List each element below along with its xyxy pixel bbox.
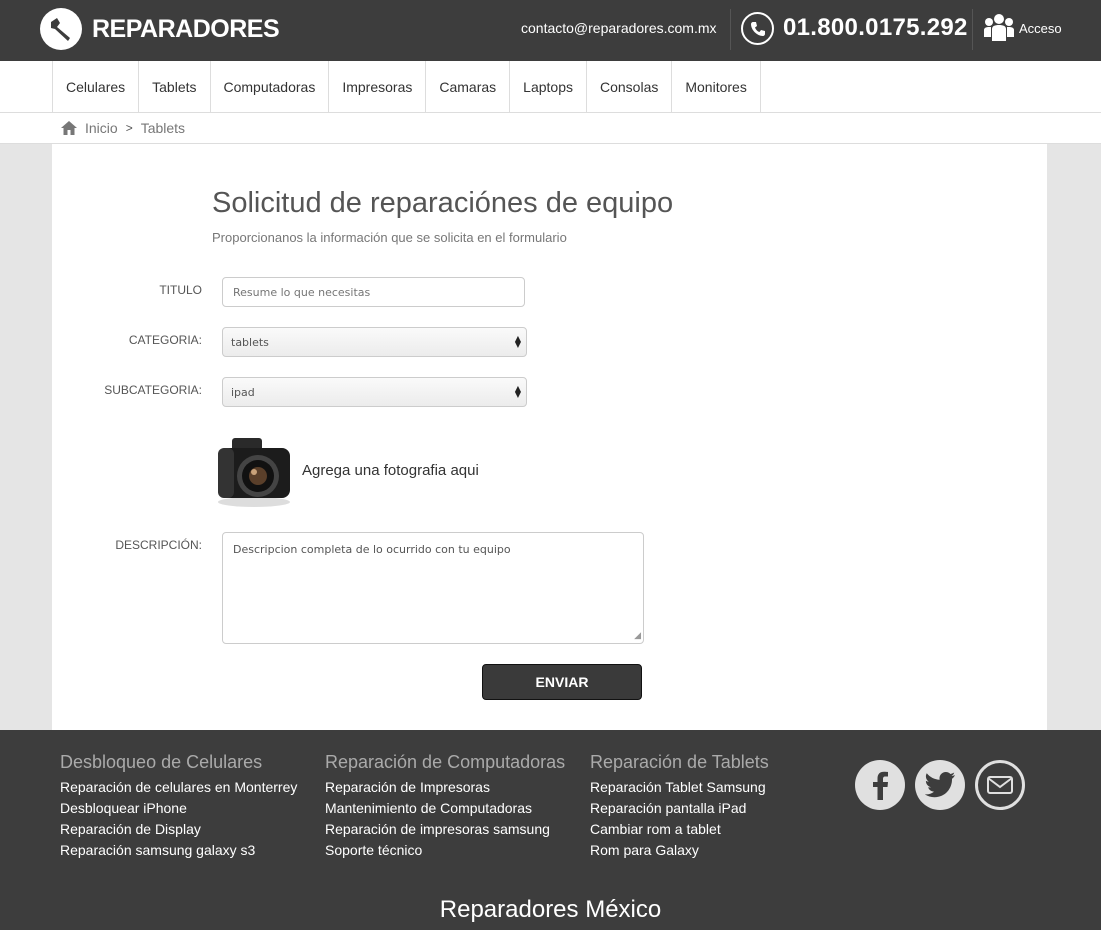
footer-link[interactable]: Reparación de Display <box>60 819 297 840</box>
mail-icon[interactable] <box>975 760 1025 810</box>
header-divider <box>972 9 973 50</box>
access-label: Acceso <box>1019 20 1062 36</box>
footer-column-celulares: Desbloqueo de Celulares Reparación de ce… <box>60 752 297 861</box>
footer-column-tablets: Reparación de Tablets Reparación Tablet … <box>590 752 769 861</box>
contact-email[interactable]: contacto@reparadores.com.mx <box>521 20 717 36</box>
subcategoria-select[interactable]: ipad ▲ ▼ <box>222 377 527 407</box>
descripcion-textarea[interactable]: Descripcion completa de lo ocurrido con … <box>222 532 644 644</box>
camera-icon <box>218 438 290 507</box>
footer-column-computadoras: Reparación de Computadoras Reparación de… <box>325 752 565 861</box>
titulo-input[interactable] <box>222 277 525 307</box>
wrench-logo-icon <box>40 8 82 50</box>
breadcrumb-current: Tablets <box>140 120 186 136</box>
select-arrows-icon: ▲ ▼ <box>514 384 521 399</box>
footer-link[interactable]: Reparación samsung galaxy s3 <box>60 840 297 861</box>
resize-handle-icon[interactable]: ◢ <box>634 631 641 641</box>
footer-link[interactable]: Reparación Tablet Samsung <box>590 777 769 798</box>
submit-button[interactable]: ENVIAR <box>482 664 642 700</box>
nav-item-computadoras[interactable]: Computadoras <box>211 61 330 113</box>
main-nav: Celulares Tablets Computadoras Impresora… <box>0 61 1101 113</box>
nav-item-camaras[interactable]: Camaras <box>426 61 511 113</box>
categoria-label: CATEGORIA: <box>128 333 202 347</box>
nav-item-consolas[interactable]: Consolas <box>587 61 673 113</box>
footer-link[interactable]: Desbloquear iPhone <box>60 798 297 819</box>
footer-link[interactable]: Reparación de Impresoras <box>325 777 565 798</box>
access-button[interactable]: Acceso <box>983 13 1062 43</box>
breadcrumb: Inicio > Tablets <box>0 113 1101 144</box>
page-title: Solicitud de reparaciónes de equipo <box>212 187 674 219</box>
form-panel: Solicitud de reparaciónes de equipo Prop… <box>52 144 1047 730</box>
footer-link[interactable]: Reparación de impresoras samsung <box>325 819 565 840</box>
breadcrumb-separator: > <box>125 121 133 135</box>
titulo-label: TITULO <box>159 283 202 297</box>
footer-link[interactable]: Cambiar rom a tablet <box>590 819 769 840</box>
phone-number[interactable]: 01.800.0175.292 <box>783 14 968 42</box>
footer-heading: Reparación de Computadoras <box>325 752 566 772</box>
users-icon <box>984 14 1014 41</box>
footer-heading: Reparación de Tablets <box>590 752 769 772</box>
footer: Desbloqueo de Celulares Reparación de ce… <box>0 730 1101 930</box>
nav-item-monitores[interactable]: Monitores <box>672 61 761 113</box>
footer-link[interactable]: Soporte técnico <box>325 840 565 861</box>
subcategoria-label: SUBCATEGORIA: <box>104 383 202 397</box>
add-photo-label: Agrega una fotografia aqui <box>302 461 479 479</box>
footer-link[interactable]: Reparación pantalla iPad <box>590 798 769 819</box>
categoria-value: tablets <box>231 335 269 349</box>
top-header: REPARADORES contacto@reparadores.com.mx … <box>0 0 1101 61</box>
select-arrows-icon: ▲ ▼ <box>514 334 521 349</box>
footer-link[interactable]: Mantenimiento de Computadoras <box>325 798 565 819</box>
header-divider <box>730 9 731 50</box>
nav-item-impresoras[interactable]: Impresoras <box>329 61 427 113</box>
footer-link[interactable]: Reparación de celulares en Monterrey <box>60 777 297 798</box>
descripcion-label: DESCRIPCIÓN: <box>115 538 202 552</box>
page-subtitle: Proporcionanos la información que se sol… <box>212 230 567 245</box>
add-photo-button[interactable]: Agrega una fotografia aqui <box>214 432 479 508</box>
twitter-icon[interactable] <box>915 760 965 810</box>
footer-link[interactable]: Rom para Galaxy <box>590 840 769 861</box>
subcategoria-value: ipad <box>231 385 255 399</box>
footer-heading: Desbloqueo de Celulares <box>60 752 263 772</box>
facebook-icon[interactable] <box>855 760 905 810</box>
categoria-select[interactable]: tablets ▲ ▼ <box>222 327 527 357</box>
logo[interactable]: REPARADORES <box>40 8 280 50</box>
nav-item-tablets[interactable]: Tablets <box>139 61 211 113</box>
breadcrumb-home[interactable]: Inicio <box>85 120 118 136</box>
nav-item-laptops[interactable]: Laptops <box>510 61 587 113</box>
brand-name: REPARADORES <box>92 14 280 43</box>
nav-item-celulares[interactable]: Celulares <box>53 61 140 113</box>
phone-icon <box>741 12 774 45</box>
footer-brand: Reparadores México <box>439 896 662 923</box>
descripcion-placeholder: Descripcion completa de lo ocurrido con … <box>233 543 511 556</box>
home-icon[interactable] <box>61 121 77 135</box>
